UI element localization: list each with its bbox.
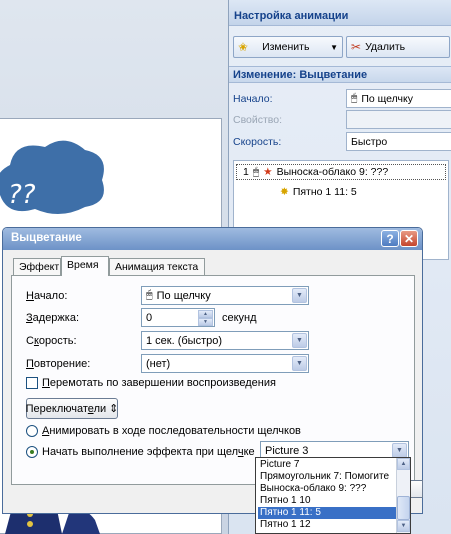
tab-timing[interactable]: Время: [61, 256, 109, 276]
mouse-click-icon: 🖱: [146, 289, 153, 301]
dialog-title: Выцветание: [11, 232, 82, 244]
animation-item-label: Пятно 1 11: 5: [292, 186, 357, 198]
start-on-click-radio[interactable]: [26, 446, 38, 458]
trigger-option[interactable]: Выноска-облако 9: ???: [258, 483, 396, 495]
animation-list-item[interactable]: ✸ Пятно 1 11: 5: [280, 184, 357, 200]
animation-order-number: 1: [243, 166, 249, 178]
delay-unit: секунд: [222, 312, 257, 324]
close-icon[interactable]: ✕: [400, 230, 418, 247]
trigger-object-list: Picture 7 Прямоугольник 7: Помогите Выно…: [255, 457, 411, 534]
ok-button[interactable]: [411, 480, 423, 498]
mouse-click-icon: 🖱: [351, 92, 358, 104]
start-value: По щелчку: [156, 289, 211, 302]
delete-effect-button[interactable]: ✂ Удалить: [346, 36, 450, 58]
animate-sequence-radio[interactable]: [26, 425, 38, 437]
dropdown-arrow-icon[interactable]: ▼: [292, 288, 307, 303]
scroll-up-icon[interactable]: ▲: [397, 458, 410, 470]
pane-subtitle: Изменение: Выцветание: [229, 66, 451, 83]
add-effect-icon: ✬: [238, 40, 249, 54]
tab-text-animation[interactable]: Анимация текста: [109, 258, 205, 275]
dropdown-arrow-icon[interactable]: ▼: [392, 443, 407, 458]
trigger-option[interactable]: Пятно 1 10: [258, 495, 396, 507]
speed-value: 1 сек. (быстро): [146, 334, 223, 347]
pane-start-label: Начало:: [233, 93, 273, 105]
pane-start-value: По щелчку: [361, 92, 413, 105]
speed-select[interactable]: 1 сек. (быстро) ▼: [141, 331, 309, 350]
trigger-option[interactable]: Прямоугольник 7: Помогите: [258, 471, 396, 483]
delay-input[interactable]: 0 ▲ ▼: [141, 308, 215, 327]
dropdown-arrow-icon[interactable]: ▼: [292, 356, 307, 371]
trigger-option[interactable]: Picture 7: [258, 459, 396, 471]
delay-value: 0: [146, 311, 153, 324]
list-scrollbar[interactable]: ▲ ▼: [396, 458, 410, 533]
repeat-value: (нет): [146, 357, 171, 370]
start-on-click-label[interactable]: Начать выполнение эффекта при щелчке: [42, 446, 255, 458]
pane-start-select[interactable]: 🖱 По щелчку: [346, 89, 451, 108]
scroll-down-icon[interactable]: ▼: [397, 520, 410, 532]
expand-arrow-icon: ⇕: [109, 403, 119, 415]
delay-label: Задержка:: [26, 312, 80, 324]
speed-label: Скорость:: [26, 335, 77, 347]
delete-effect-icon: ✂: [351, 40, 362, 54]
help-icon[interactable]: ?: [381, 230, 399, 247]
change-effect-label: Изменить: [262, 41, 310, 53]
pane-property-label: Свойство:: [233, 114, 283, 126]
repeat-label: Повторение:: [26, 358, 91, 370]
chevron-down-icon: ▼: [330, 42, 338, 52]
tab-effect[interactable]: Эффект: [13, 258, 61, 275]
pane-title: Настройка анимации: [229, 0, 451, 26]
animate-sequence-label[interactable]: Анимировать в ходе последовательности ще…: [42, 425, 301, 437]
change-effect-button[interactable]: ✬ Изменить ▼: [233, 36, 343, 58]
rewind-label[interactable]: Перемотать по завершении воспроизведения: [42, 377, 276, 389]
repeat-select[interactable]: (нет) ▼: [141, 354, 309, 373]
animation-list-item[interactable]: 1 🖱 ★ Выноска-облако 9: ???: [236, 164, 446, 180]
start-select[interactable]: 🖱 По щелчку ▼: [141, 286, 309, 305]
trigger-object-value: Picture 3: [265, 444, 309, 457]
pane-speed-value: Быстро: [351, 135, 388, 148]
trigger-option-selected[interactable]: Пятно 1 11: 5: [258, 507, 396, 519]
start-label: Начало:: [26, 290, 68, 302]
dialog-title-bar[interactable]: Выцветание ? ✕: [3, 228, 422, 250]
pane-speed-select[interactable]: Быстро: [346, 132, 451, 151]
triggers-button[interactable]: Переключатели ⇕: [26, 398, 118, 419]
trigger-option[interactable]: Пятно 1 12: [258, 519, 396, 531]
delete-effect-label: Удалить: [365, 41, 406, 53]
triggers-label: Переключатели: [25, 402, 107, 415]
burst-effect-icon: ✸: [280, 186, 289, 198]
animation-item-label: Выноска-облако 9: ???: [276, 166, 389, 178]
star-effect-icon: ★: [263, 166, 273, 178]
scroll-thumb[interactable]: [397, 496, 410, 520]
mouse-click-icon: 🖱: [252, 165, 260, 178]
pane-speed-label: Скорость:: [233, 136, 282, 148]
timing-tab-panel: Начало: 🖱 По щелчку ▼ Задержка: 0 ▲ ▼ сек…: [11, 275, 415, 485]
dropdown-arrow-icon[interactable]: ▼: [292, 333, 307, 348]
spin-icon[interactable]: ▲ ▼: [198, 310, 213, 326]
rewind-checkbox[interactable]: [26, 377, 38, 389]
pane-property-select: [346, 110, 451, 129]
cloud-callout-text: ??: [8, 180, 36, 210]
